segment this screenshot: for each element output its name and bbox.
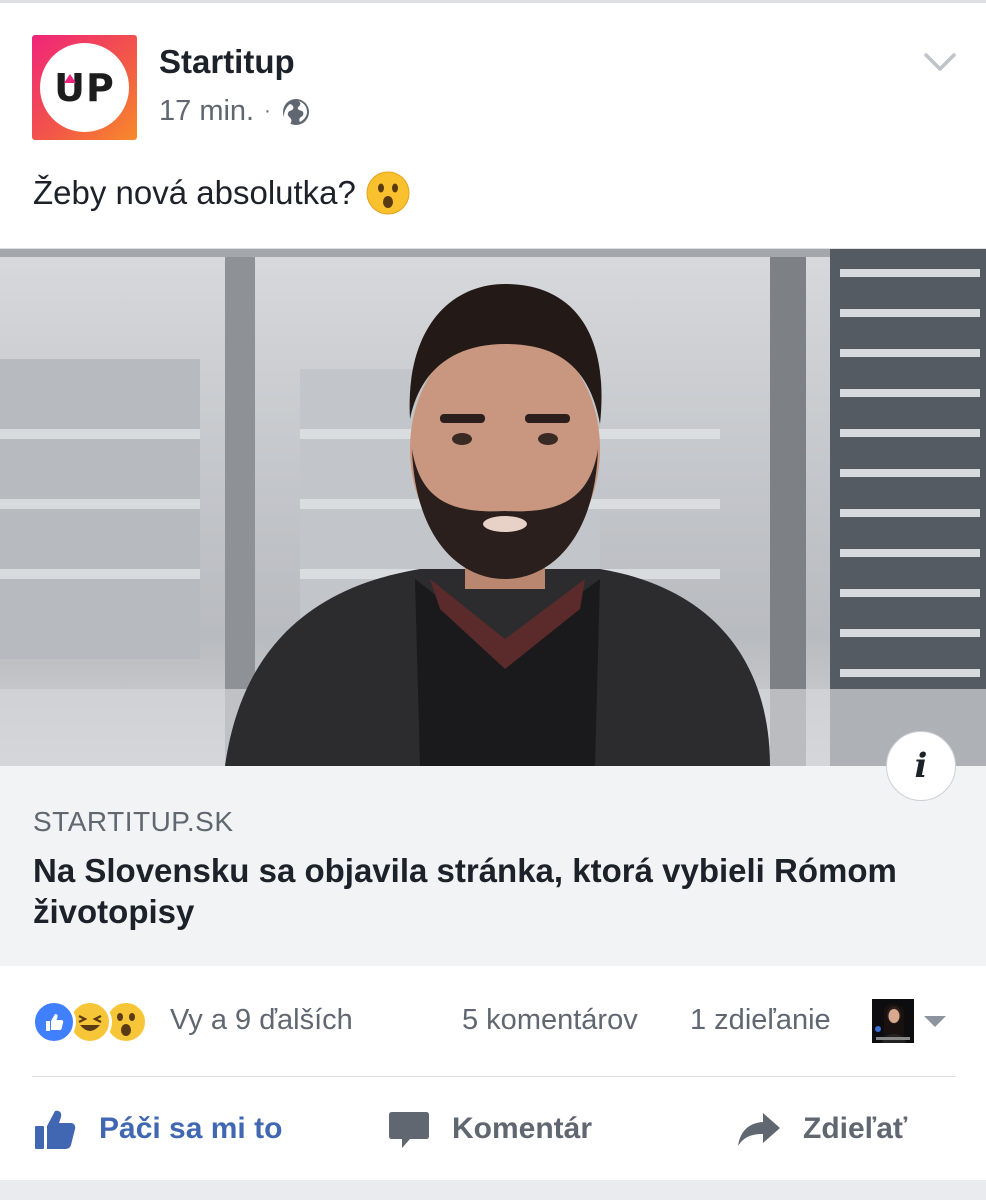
- comment-button-label: Komentár: [452, 1112, 593, 1145]
- up-arrow-icon: [64, 74, 76, 83]
- comment-button[interactable]: Komentár: [388, 1103, 592, 1155]
- reaction-icons[interactable]: [32, 999, 148, 1045]
- astonished-face-emoji: [366, 171, 410, 215]
- feed-post: UP Startitup 17 min. · Žeby nová absolut…: [0, 0, 986, 1180]
- link-preview-image[interactable]: [0, 249, 986, 766]
- chevron-down-icon[interactable]: [922, 47, 958, 77]
- share-button-label: Zdieľať: [803, 1112, 908, 1145]
- info-button[interactable]: i: [886, 731, 956, 801]
- caret-down-icon[interactable]: [924, 1016, 946, 1027]
- like-button[interactable]: Páči sa mi to: [33, 1103, 282, 1155]
- share-button[interactable]: Zdieľať: [737, 1103, 907, 1155]
- globe-icon[interactable]: [281, 97, 311, 127]
- thumbs-up-icon: [35, 1110, 76, 1149]
- post-message: Žeby nová absolutka?: [33, 171, 410, 215]
- comments-count[interactable]: 5 komentárov: [462, 1004, 638, 1037]
- link-headline[interactable]: Na Slovensku sa objavila stránka, ktorá …: [33, 850, 933, 932]
- reactions-summary[interactable]: Vy a 9 ďalších: [170, 1004, 353, 1037]
- meta-separator: ·: [264, 100, 271, 122]
- page-avatar[interactable]: UP: [32, 35, 137, 140]
- like-button-label: Páči sa mi to: [99, 1112, 283, 1145]
- link-preview-card[interactable]: STARTITUP.SK Na Slovensku sa objavila st…: [0, 248, 986, 966]
- viewer-avatar[interactable]: [872, 999, 914, 1043]
- post-timestamp[interactable]: 17 min.: [159, 95, 254, 128]
- like-reaction-icon: [32, 1000, 76, 1044]
- page-name-link[interactable]: Startitup: [159, 43, 295, 81]
- share-arrow-icon: [738, 1113, 780, 1146]
- avatar-logo-text: UP: [54, 65, 115, 110]
- actions-divider: [32, 1076, 956, 1077]
- comment-bubble-icon: [389, 1112, 429, 1148]
- link-preview-text[interactable]: STARTITUP.SK Na Slovensku sa objavila st…: [0, 766, 986, 966]
- shares-count[interactable]: 1 zdieľanie: [690, 1004, 831, 1037]
- avatar-logo: UP: [40, 43, 129, 132]
- post-meta: 17 min. ·: [159, 95, 311, 128]
- link-domain: STARTITUP.SK: [33, 806, 234, 837]
- post-message-text: Žeby nová absolutka?: [33, 174, 356, 211]
